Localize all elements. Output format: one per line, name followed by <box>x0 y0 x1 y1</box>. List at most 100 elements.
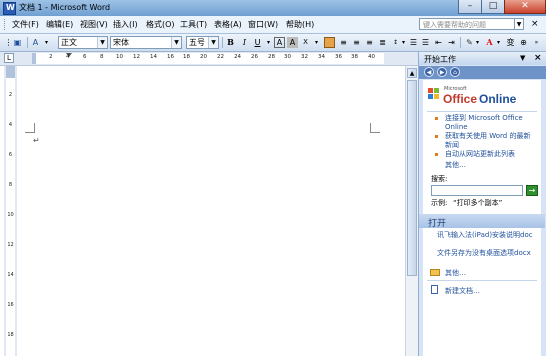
recent-document-2[interactable]: 文件另存为没有桌面选项docx <box>437 249 537 258</box>
ruler-number: 10 <box>7 212 14 218</box>
font-combo[interactable]: 宋体 ▼ <box>110 36 182 49</box>
scale-dropdown-icon[interactable]: ▾ <box>311 37 322 48</box>
minimize-button[interactable]: – <box>458 0 482 14</box>
align-right-icon[interactable]: ≡ <box>364 37 375 48</box>
menu-edit[interactable]: 编辑(E) <box>46 19 73 30</box>
style-combo[interactable]: 正文 ▼ <box>58 36 108 49</box>
increase-indent-icon[interactable]: ⇥ <box>446 37 457 48</box>
font-color-dropdown-icon[interactable]: ▾ <box>493 37 504 48</box>
open-more[interactable]: 其他… <box>445 268 466 278</box>
ruler-number: 6 <box>83 54 87 60</box>
save-icon[interactable]: ▣ <box>12 37 23 48</box>
search-go-button[interactable]: → <box>526 185 538 196</box>
ruler-number: 32 <box>301 54 308 60</box>
styles-pane-icon[interactable]: A <box>30 37 41 48</box>
help-dropdown-arrow[interactable]: ▼ <box>515 18 524 30</box>
menu-file[interactable]: 文件(F) <box>12 19 39 30</box>
underline-dropdown-icon[interactable]: ▾ <box>263 37 274 48</box>
menu-help[interactable]: 帮助(H) <box>286 19 314 30</box>
style-value: 正文 <box>61 38 77 47</box>
phonetic-guide-icon[interactable]: 变 <box>505 37 516 48</box>
decrease-indent-icon[interactable]: ⇤ <box>433 37 444 48</box>
ruler-number: 14 <box>7 272 14 278</box>
task-pane-nav: ◀ ▶ ⌂ <box>419 66 546 79</box>
italic-button[interactable]: I <box>239 37 250 48</box>
char-border-icon[interactable]: A <box>274 37 285 48</box>
horizontal-ruler[interactable]: 2 4 6 8 10 12 14 16 18 20 22 24 26 28 30… <box>32 53 384 64</box>
home-icon[interactable]: ⌂ <box>450 67 460 77</box>
toolbar-separator <box>27 37 28 48</box>
logo-square <box>428 94 433 99</box>
char-shading-icon[interactable]: A <box>287 37 298 48</box>
chevron-down-icon[interactable]: ▼ <box>171 37 181 48</box>
highlight-dropdown-icon[interactable]: ▾ <box>472 37 483 48</box>
section-divider <box>427 280 537 281</box>
close-document-button[interactable]: × <box>531 19 539 29</box>
highlight-swatch-icon[interactable] <box>324 37 335 48</box>
task-pane-menu-icon[interactable]: ▼ <box>520 54 525 62</box>
font-size-value: 五号 <box>189 38 205 47</box>
search-label: 搜索: <box>431 175 448 183</box>
scroll-thumb[interactable] <box>407 80 417 276</box>
search-input[interactable] <box>431 185 523 196</box>
link-office-online[interactable]: 连接到 Microsoft Office Online <box>445 114 537 132</box>
vertical-scrollbar[interactable]: ▲ <box>405 66 418 356</box>
menu-table[interactable]: 表格(A) <box>214 19 242 30</box>
title-bar: W 文档 1 - Microsoft Word – □ ✕ <box>0 0 546 16</box>
justify-icon[interactable]: ≣ <box>377 37 388 48</box>
bold-button[interactable]: B <box>225 37 236 48</box>
ruler-number: 26 <box>251 54 258 60</box>
scroll-up-button[interactable]: ▲ <box>407 68 417 78</box>
recent-document-1[interactable]: 讯飞输入法(iPad)安装说明doc <box>437 231 537 240</box>
close-window-button[interactable]: ✕ <box>504 0 546 14</box>
link-latest-news[interactable]: 获取有关使用 Word 的最新新闻 <box>445 132 537 150</box>
task-pane-close-button[interactable]: × <box>534 53 542 63</box>
menu-window[interactable]: 窗口(W) <box>248 19 278 30</box>
font-size-combo[interactable]: 五号 ▼ <box>186 36 219 49</box>
vertical-ruler[interactable]: 2 4 6 8 10 12 14 16 18 <box>4 66 17 356</box>
paragraph-mark[interactable]: ↵ <box>33 136 40 145</box>
menu-insert[interactable]: 插入(I) <box>113 19 138 30</box>
ruler-number: 10 <box>116 54 123 60</box>
document-page[interactable]: ↵ <box>18 66 405 356</box>
logo-divider <box>427 111 537 112</box>
forward-icon[interactable]: ▶ <box>437 67 447 77</box>
horizontal-ruler-row: L 2 4 6 8 10 12 14 16 18 20 22 24 26 28 … <box>0 52 418 66</box>
maximize-button[interactable]: □ <box>481 0 505 14</box>
toolbar-separator <box>460 37 461 48</box>
ruler-number: 12 <box>133 54 140 60</box>
back-icon[interactable]: ◀ <box>424 67 434 77</box>
new-document-link[interactable]: 新建文档… <box>445 286 480 296</box>
bullets-icon[interactable]: ☰ <box>420 37 431 48</box>
toolbar-overflow-icon[interactable]: » <box>531 37 542 48</box>
menu-view[interactable]: 视图(V) <box>80 19 108 30</box>
underline-button[interactable]: U <box>252 37 263 48</box>
help-question-input[interactable]: 键入需要帮助的问题 <box>419 18 515 30</box>
char-scale-icon[interactable]: X <box>300 37 311 48</box>
enclose-char-icon[interactable]: ⊕ <box>518 37 529 48</box>
chevron-down-icon[interactable]: ▼ <box>97 37 107 48</box>
ruler-number: 2 <box>8 92 13 98</box>
ruler-margin <box>32 53 36 64</box>
ruler-number: 34 <box>318 54 325 60</box>
tab-selector[interactable]: L <box>4 53 14 63</box>
ruler-number: 4 <box>66 54 70 60</box>
chevron-down-icon[interactable]: ▼ <box>208 37 218 48</box>
more-links[interactable]: 其他… <box>445 160 466 170</box>
menu-format[interactable]: 格式(O) <box>146 19 175 30</box>
link-auto-update[interactable]: 自动从网站更新此列表 <box>445 150 537 159</box>
menu-bar: 文件(F) 编辑(E) 视图(V) 插入(I) 格式(O) 工具(T) 表格(A… <box>0 16 546 34</box>
ruler-number: 2 <box>49 54 53 60</box>
formatting-toolbar: ⋮ ▣ A ▾ 正文 ▼ 宋体 ▼ 五号 ▼ B I U ▾ A A X ▾ ≡… <box>0 34 546 52</box>
ruler-number: 30 <box>284 54 291 60</box>
align-left-icon[interactable]: ≡ <box>338 37 349 48</box>
align-center-icon[interactable]: ≡ <box>351 37 362 48</box>
ruler-number: 28 <box>268 54 275 60</box>
numbering-icon[interactable]: ☰ <box>408 37 419 48</box>
office-online-logo[interactable]: Microsoft Office Online <box>427 85 537 109</box>
toolbar-options-icon[interactable]: ▾ <box>41 37 52 48</box>
menu-tools[interactable]: 工具(T) <box>180 19 207 30</box>
ruler-margin <box>6 66 15 78</box>
menu-grip[interactable] <box>4 19 7 30</box>
word-app-icon[interactable]: W <box>3 2 16 15</box>
